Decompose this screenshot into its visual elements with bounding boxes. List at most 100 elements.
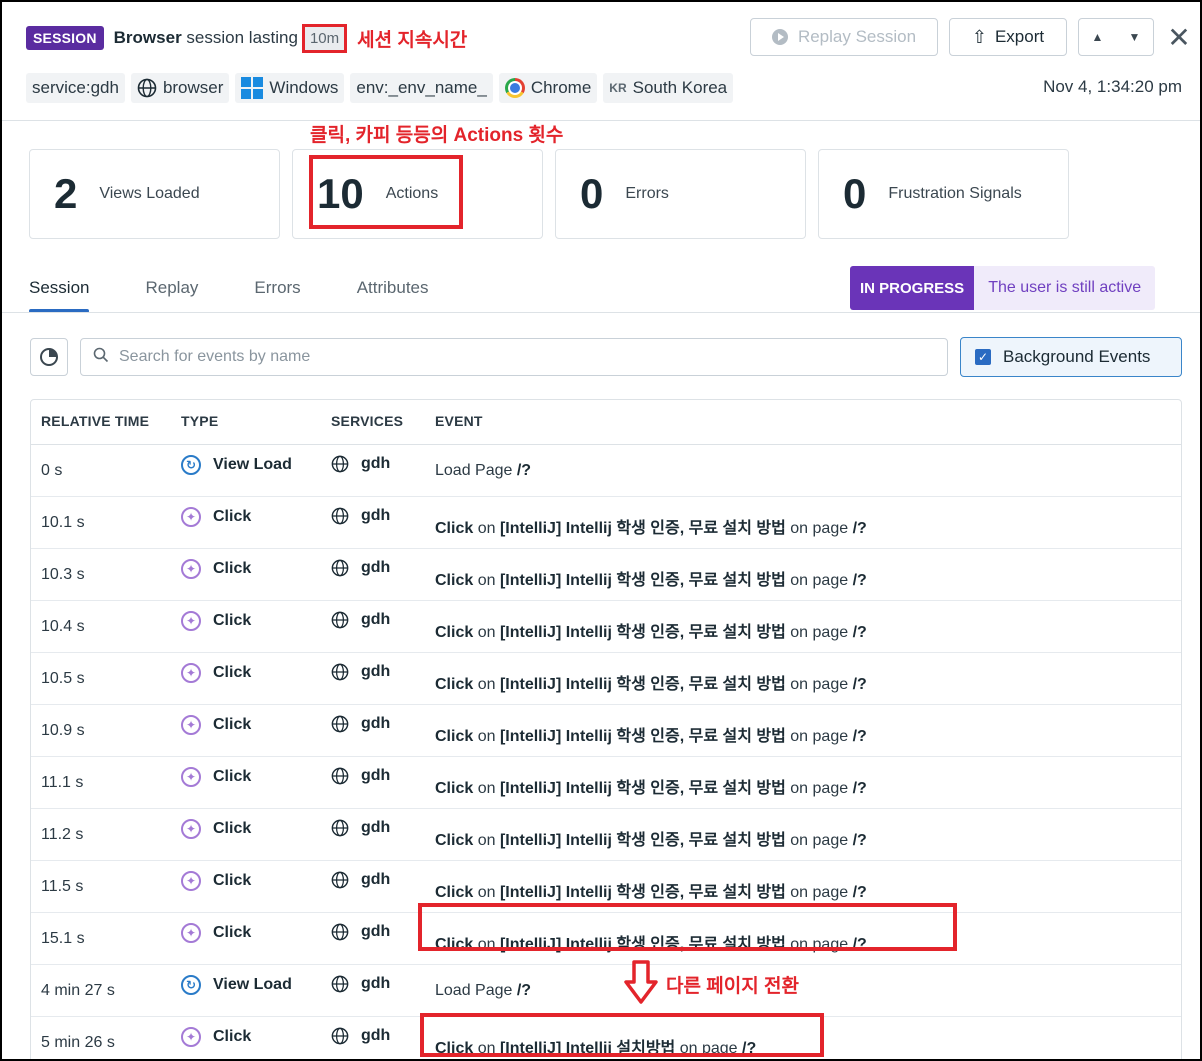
table-row[interactable]: 11.1 s ✦ Click gdh Click on [IntelliJ] Intel… (31, 757, 1181, 809)
event-relative-time: 11.2 s (41, 826, 84, 843)
event-service: gdh (331, 611, 390, 629)
table-row[interactable]: 10.5 s ✦ Click gdh Click on [IntelliJ] Intel… (31, 653, 1181, 705)
tag-country-label: South Korea (632, 78, 728, 97)
background-events-toggle[interactable]: ✓ Background Events (960, 337, 1182, 377)
next-session-icon[interactable]: ▼ (1116, 30, 1153, 44)
column-services[interactable]: SERVICES (331, 413, 403, 429)
previous-session-icon[interactable]: ▲ (1079, 30, 1116, 44)
event-type-label: Click (213, 560, 252, 577)
table-body: 0 s ↻ View Load gdh Load Page /? 10.1 s ✦ Click… (31, 445, 1181, 1059)
event-target: [IntelliJ] Intellij 학생 인증, 무료 설치 방법 (499, 572, 786, 589)
tag-service[interactable]: service:gdh (26, 73, 125, 103)
event-service-label: gdh (361, 507, 391, 524)
table-row[interactable]: 0 s ↻ View Load gdh Load Page /? (31, 445, 1181, 497)
event-type-label: Click (213, 820, 252, 837)
country-code: KR (609, 81, 627, 95)
event-relative-time: 0 s (41, 462, 63, 479)
views-loaded-count: 2 (54, 170, 78, 217)
event-service: gdh (331, 559, 390, 577)
event-action: Click (435, 832, 474, 849)
events-table: RELATIVE TIME TYPE SERVICES EVENT 0 s ↻ Vi… (30, 399, 1182, 1059)
session-status: IN PROGRESS The user is still active (850, 266, 1156, 310)
globe-icon (331, 923, 349, 941)
event-relative-time: 10.4 s (41, 618, 85, 635)
globe-icon (331, 559, 349, 577)
session-title-type: Browser (113, 28, 182, 47)
session-tags: service:gdh browser Windows env:_env_nam… (26, 72, 739, 104)
event-type-label: Click (213, 664, 252, 681)
event-target: [IntelliJ] Intellij 학생 인증, 무료 설치 방법 (499, 884, 786, 901)
views-loaded-card[interactable]: 2 Views Loaded (29, 149, 280, 239)
event-page-path: /? (852, 676, 867, 693)
tag-browser[interactable]: browser (130, 73, 230, 103)
event-page: on page /? (785, 572, 867, 589)
event-type: ↻ View Load (181, 975, 292, 995)
event-type-label: View Load (213, 456, 292, 473)
export-button[interactable]: ⇧ Export (949, 18, 1067, 56)
event-page: on page /? (785, 520, 867, 537)
tag-os-label: Windows (269, 78, 339, 97)
tab-attributes[interactable]: Attributes (357, 274, 429, 314)
table-row[interactable]: 4 min 27 s ↻ View Load gdh Load Page /? (31, 965, 1181, 1017)
frustration-signals-card[interactable]: 0 Frustration Signals (818, 149, 1069, 239)
tag-country[interactable]: KR South Korea (603, 73, 734, 103)
view-load-icon: ↻ (181, 455, 201, 475)
event-type: ✦ Click (181, 767, 251, 787)
click-icon: ✦ (181, 715, 201, 735)
event-service: gdh (331, 923, 390, 941)
event-description: Click on [IntelliJ] Intellij 학생 인증, 무료 설… (435, 774, 867, 798)
view-load-icon: ↻ (181, 975, 201, 995)
event-service-label: gdh (361, 663, 391, 680)
event-type-label: Click (213, 716, 252, 733)
session-badge: SESSION (26, 26, 104, 50)
tag-env-label: env:_env_name_ (356, 78, 487, 97)
event-service: gdh (331, 819, 390, 837)
tab-session[interactable]: Session (29, 274, 90, 314)
annotation-actions-count: 클릭, 카피 등등의 Actions 횟수 (310, 125, 564, 146)
tag-chrome[interactable]: Chrome (498, 73, 598, 103)
event-target: [IntelliJ] Intellij 학생 인증, 무료 설치 방법 (499, 832, 786, 849)
tag-os[interactable]: Windows (235, 73, 345, 103)
event-relative-time: 11.1 s (41, 774, 84, 791)
event-breakdown-button[interactable] (30, 338, 68, 376)
close-icon[interactable]: ✕ (1164, 20, 1194, 54)
column-relative-time[interactable]: RELATIVE TIME (41, 413, 149, 429)
event-relative-time: 10.3 s (41, 566, 85, 583)
event-action: Click (435, 728, 474, 745)
event-service-label: gdh (361, 455, 391, 472)
background-events-label: Background Events (1003, 347, 1151, 366)
column-event[interactable]: EVENT (435, 413, 483, 429)
event-description: Load Page /? (435, 982, 531, 1000)
event-type-label: Click (213, 872, 252, 889)
event-type: ✦ Click (181, 663, 251, 683)
event-description: Click on [IntelliJ] Intellij 학생 인증, 무료 설… (435, 566, 867, 590)
tag-env[interactable]: env:_env_name_ (350, 73, 493, 103)
table-row[interactable]: 10.4 s ✦ Click gdh Click on [IntelliJ] Intel… (31, 601, 1181, 653)
click-icon: ✦ (181, 1027, 201, 1047)
table-row[interactable]: 11.2 s ✦ Click gdh Click on [IntelliJ] Intel… (31, 809, 1181, 861)
column-type[interactable]: TYPE (181, 413, 218, 429)
event-action: Click (435, 780, 474, 797)
errors-card[interactable]: 0 Errors (555, 149, 806, 239)
event-action: Click (435, 884, 474, 901)
tab-replay[interactable]: Replay (145, 274, 198, 314)
event-action: Click (435, 676, 474, 693)
event-action: Load Page (435, 462, 513, 479)
tab-errors[interactable]: Errors (254, 274, 300, 314)
table-row[interactable]: 10.1 s ✦ Click gdh Click on [IntelliJ] Intel… (31, 497, 1181, 549)
replay-session-button[interactable]: Replay Session (750, 18, 938, 56)
event-page-path: /? (852, 572, 867, 589)
session-panel: SESSION Browser session lasting 10m 세션 지… (0, 0, 1202, 1061)
table-row[interactable]: 10.3 s ✦ Click gdh Click on [IntelliJ] Intel… (31, 549, 1181, 601)
event-type: ↻ View Load (181, 455, 292, 475)
search-input[interactable] (117, 347, 947, 367)
event-page-path: /? (852, 832, 867, 849)
checkbox-checked-icon: ✓ (975, 349, 991, 365)
table-row[interactable]: 10.9 s ✦ Click gdh Click on [IntelliJ] Intel… (31, 705, 1181, 757)
event-relative-time: 15.1 s (41, 930, 85, 947)
status-badge: IN PROGRESS (850, 266, 975, 310)
pie-chart-icon (40, 348, 58, 366)
status-message: The user is still active (988, 279, 1142, 296)
event-page: on page /? (785, 884, 867, 901)
event-service: gdh (331, 455, 390, 473)
